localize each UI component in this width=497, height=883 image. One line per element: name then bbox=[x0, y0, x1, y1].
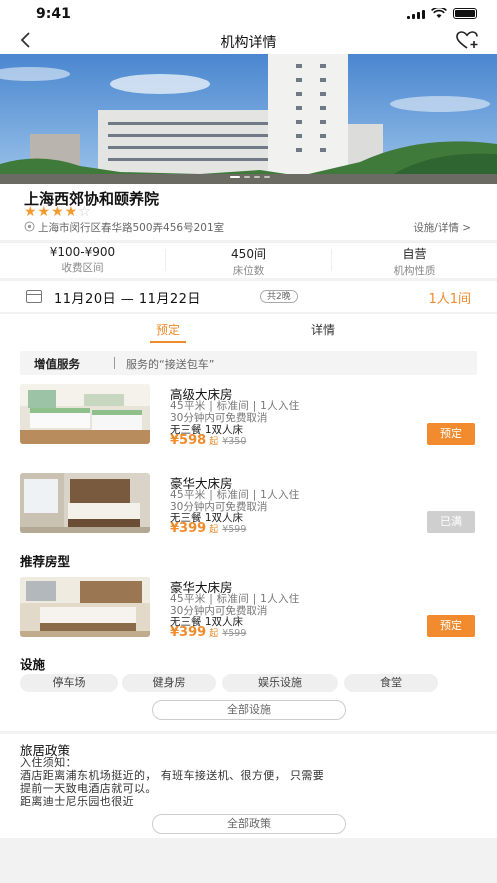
wifi-icon bbox=[431, 8, 447, 18]
value-service-banner[interactable] bbox=[20, 351, 477, 375]
location-icon bbox=[24, 221, 35, 235]
stats-bar: ¥100-¥900 收费区间 450间 床位数 自营 机构性质 bbox=[0, 242, 497, 278]
room-image[interactable] bbox=[20, 384, 150, 444]
tab-details[interactable]: 详情 bbox=[311, 321, 335, 338]
calendar-icon bbox=[26, 290, 42, 303]
date-selector[interactable]: 11月20日 — 11月22日 共2晚 1人1间 bbox=[0, 280, 497, 312]
page-title: 机构详情 bbox=[220, 35, 277, 51]
price-suffix: 起 bbox=[209, 629, 219, 639]
facility-chip[interactable]: 娱乐设施 bbox=[222, 674, 338, 692]
room-image[interactable] bbox=[20, 577, 150, 637]
hero-image[interactable] bbox=[0, 54, 497, 184]
old-price: ¥599 bbox=[222, 524, 247, 535]
policy-line: 提前一天致电酒店就可以。 bbox=[20, 782, 157, 795]
room-image[interactable] bbox=[20, 473, 150, 533]
divider bbox=[114, 357, 115, 369]
facility-chip[interactable]: 健身房 bbox=[122, 674, 216, 692]
price-suffix: 起 bbox=[209, 437, 219, 447]
institution-address: 上海市闵行区春华路500弄456号201室 bbox=[38, 222, 225, 234]
old-price: ¥599 bbox=[222, 628, 247, 639]
stat-label: 收费区间 bbox=[61, 262, 104, 274]
facilities-title: 设施 bbox=[20, 657, 46, 672]
price-value: ¥598 bbox=[170, 433, 207, 448]
stat-label: 机构性质 bbox=[393, 265, 436, 277]
stat-value: ¥100-¥900 bbox=[49, 245, 116, 259]
old-price: ¥350 bbox=[222, 436, 247, 447]
rating-stars: ★★★★☆ bbox=[24, 204, 92, 220]
stat-value: 自营 bbox=[402, 247, 427, 261]
nav-bar: 机构详情 bbox=[0, 28, 497, 54]
policy-line: 酒店距离浦东机场挺近的， 有班车接送机、很方便， 只需要 bbox=[20, 769, 325, 782]
room-price: ¥399 起 ¥599 bbox=[170, 625, 246, 640]
stat-label: 床位数 bbox=[232, 265, 265, 277]
value-service-title: 增值服务 bbox=[34, 357, 80, 371]
stat-nature: 自营 机构性质 bbox=[332, 245, 497, 278]
facility-chip[interactable]: 停车场 bbox=[20, 674, 118, 692]
carousel-indicator bbox=[230, 176, 270, 178]
status-icons bbox=[407, 8, 477, 19]
policy-line: 距离迪士尼乐园也很近 bbox=[20, 795, 134, 808]
price-suffix: 起 bbox=[209, 525, 219, 535]
book-button[interactable]: 预定 bbox=[427, 615, 475, 637]
recommended-title: 推荐房型 bbox=[20, 554, 71, 569]
tab-bar: 预定 详情 bbox=[0, 314, 497, 344]
guests-selector[interactable]: 1人1间 bbox=[428, 288, 471, 307]
status-bar: 9:41 bbox=[0, 0, 497, 28]
nights-badge: 共2晚 bbox=[260, 290, 298, 303]
facilities-detail-link[interactable]: 设施/详情 > bbox=[413, 220, 471, 235]
all-policies-button[interactable]: 全部政策 bbox=[152, 814, 346, 834]
status-time: 9:41 bbox=[36, 6, 71, 22]
stat-price-range: ¥100-¥900 收费区间 bbox=[0, 245, 165, 275]
stat-value: 450间 bbox=[231, 247, 266, 261]
facility-chip[interactable]: 食堂 bbox=[344, 674, 438, 692]
price-value: ¥399 bbox=[170, 521, 207, 536]
policy-line: 入住须知： bbox=[20, 756, 77, 769]
battery-icon bbox=[453, 8, 477, 19]
book-button[interactable]: 预定 bbox=[427, 423, 475, 445]
room-price: ¥399 起 ¥599 bbox=[170, 521, 246, 536]
signal-icon bbox=[407, 9, 425, 19]
date-range[interactable]: 11月20日 — 11月22日 bbox=[54, 288, 201, 307]
all-facilities-button[interactable]: 全部设施 bbox=[152, 700, 346, 720]
room-price: ¥598 起 ¥350 bbox=[170, 433, 246, 448]
price-value: ¥399 bbox=[170, 625, 207, 640]
sold-out-button[interactable]: 已满 bbox=[427, 511, 475, 533]
value-service-desc: 服务的“接送包车” bbox=[126, 358, 215, 371]
active-tab-indicator bbox=[150, 341, 186, 343]
favorite-heart-icon[interactable] bbox=[455, 30, 481, 50]
stat-beds: 450间 床位数 bbox=[166, 245, 331, 278]
institution-info: 上海西郊协和颐养院 ★★★★☆ 上海市闵行区春华路500弄456号201室 设施… bbox=[0, 184, 497, 240]
tab-booking[interactable]: 预定 bbox=[156, 321, 180, 338]
